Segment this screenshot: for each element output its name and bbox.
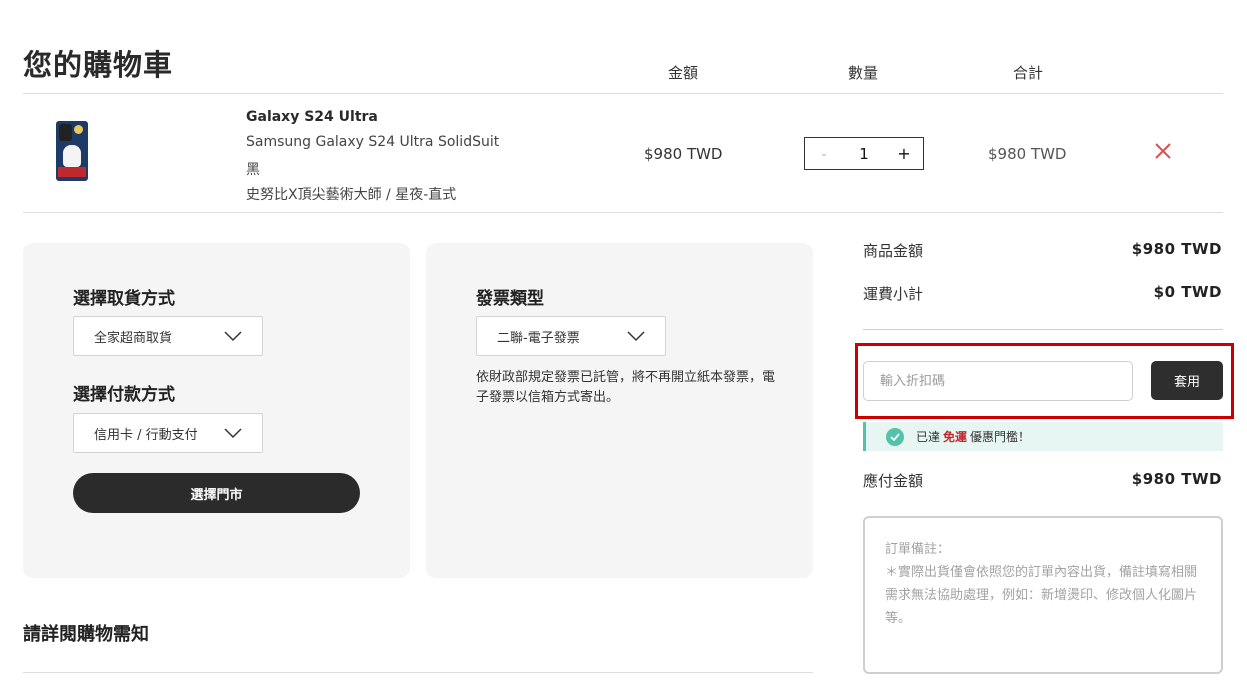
column-header-total: 合計	[1013, 64, 1044, 82]
summary-divider	[863, 329, 1223, 330]
payment-method-title: 選擇付款方式	[73, 385, 175, 405]
shipping-fee-label: 運費小計	[863, 285, 924, 303]
product-color: 黑	[246, 162, 260, 178]
column-header-quantity: 數量	[848, 64, 879, 82]
column-header-amount: 金額	[668, 64, 699, 82]
apply-coupon-button[interactable]: 套用	[1151, 361, 1223, 400]
payment-method-value: 信用卡 / 行動支付	[94, 427, 198, 443]
banner-free-text: 免運	[943, 430, 968, 444]
shipping-fee-value: $0 TWD	[1153, 283, 1222, 301]
close-icon	[1155, 143, 1171, 159]
shopping-notice-title[interactable]: 請詳閱購物需知	[23, 620, 149, 646]
invoice-note: 依財政部規定發票已託管，將不再開立紙本發票，電子發票以信箱方式寄出。	[476, 370, 776, 405]
check-circle-icon	[886, 427, 904, 446]
product-design: 史努比X頂尖藝術大師 / 星夜-直式	[246, 187, 457, 203]
decrease-quantity-button[interactable]: -	[805, 145, 843, 163]
payable-amount-value: $980 TWD	[1131, 470, 1222, 488]
pickup-method-title: 選擇取貨方式	[73, 289, 175, 309]
quantity-value[interactable]: 1	[843, 145, 885, 163]
row-divider	[23, 212, 1223, 213]
pickup-method-value: 全家超商取貨	[94, 330, 173, 346]
page-title: 您的購物車	[23, 48, 174, 82]
product-name[interactable]: Galaxy S24 Ultra	[246, 109, 378, 125]
notice-divider	[23, 672, 813, 673]
remarks-title: 訂單備註：	[885, 542, 951, 557]
chevron-down-icon	[224, 428, 242, 439]
banner-prefix: 已達	[916, 430, 941, 444]
free-shipping-banner: 已達 免運 優惠門檻！	[863, 422, 1223, 451]
product-thumbnail[interactable]	[56, 121, 88, 181]
increase-quantity-button[interactable]: +	[885, 144, 923, 163]
banner-suffix: 優惠門檻！	[970, 430, 1031, 444]
chevron-down-icon	[627, 331, 645, 342]
line-total: $980 TWD	[988, 145, 1067, 163]
remove-item-button[interactable]	[1153, 141, 1173, 161]
invoice-type-value: 二聯-電子發票	[497, 330, 580, 346]
pickup-method-select[interactable]: 全家超商取貨	[73, 316, 263, 356]
select-store-button[interactable]: 選擇門市	[73, 473, 360, 513]
discount-code-input[interactable]	[863, 361, 1133, 401]
invoice-type-title: 發票類型	[476, 289, 544, 309]
unit-price: $980 TWD	[644, 145, 723, 163]
remarks-hint: ＊實際出貨僅會依照您的訂單內容出貨，備註填寫相關需求無法協助處理，例如：新增燙印…	[885, 565, 1198, 626]
product-model: Samsung Galaxy S24 Ultra SolidSuit	[246, 134, 500, 150]
invoice-type-select[interactable]: 二聯-電子發票	[476, 316, 666, 356]
order-remarks-textarea[interactable]: 訂單備註： ＊實際出貨僅會依照您的訂單內容出貨，備註填寫相關需求無法協助處理，例…	[863, 516, 1223, 674]
quantity-stepper: - 1 +	[804, 137, 924, 170]
chevron-down-icon	[224, 331, 242, 342]
payable-amount-label: 應付金額	[863, 472, 924, 490]
goods-amount-value: $980 TWD	[1131, 240, 1222, 258]
goods-amount-label: 商品金額	[863, 242, 924, 260]
header-divider	[23, 93, 1223, 94]
payment-method-select[interactable]: 信用卡 / 行動支付	[73, 413, 263, 453]
